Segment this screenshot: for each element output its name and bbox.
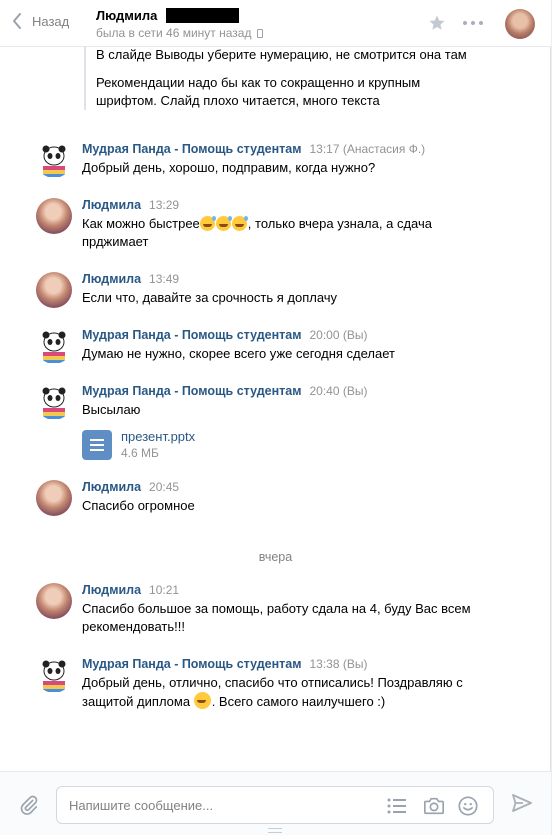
user-avatar[interactable] xyxy=(36,583,72,619)
message-author[interactable]: Мудрая Панда - Помощь студентам xyxy=(82,384,301,398)
message-text: Спасибо огромное xyxy=(82,498,195,513)
quoted-line: В слайде Выводы уберите нумерацию, не см… xyxy=(96,47,467,62)
message-author[interactable]: Людмила xyxy=(82,583,141,597)
smiling-emoji xyxy=(193,692,211,709)
document-name[interactable]: презент.pptx xyxy=(121,429,195,444)
message-time[interactable]: 13:38 (Вы) xyxy=(309,657,367,671)
peer-name[interactable]: Людмила xyxy=(96,8,157,23)
message-author[interactable]: Мудрая Панда - Помощь студентам xyxy=(82,142,301,156)
message-author[interactable]: Людмила xyxy=(82,272,141,286)
message-text: Думаю не нужно, скорее всего уже сегодня… xyxy=(82,346,395,361)
chat-header: Назад Людмила была в сети 46 минут назад xyxy=(0,0,551,47)
user-avatar[interactable] xyxy=(36,480,72,516)
message-input-box[interactable] xyxy=(56,786,494,824)
quoted-text: В слайде Выводы уберите нумерацию, не см… xyxy=(84,46,484,110)
more-options-icon[interactable] xyxy=(463,21,483,25)
user-avatar[interactable] xyxy=(36,198,72,234)
peer-avatar[interactable] xyxy=(505,9,535,39)
camera-icon[interactable] xyxy=(423,796,445,819)
document-size: 4.6 МБ xyxy=(121,446,159,460)
message-time[interactable]: 20:00 (Вы) xyxy=(309,328,367,342)
star-icon[interactable] xyxy=(428,14,446,35)
message-author[interactable]: Людмила xyxy=(82,480,141,494)
message-time[interactable]: 13:29 xyxy=(149,198,179,212)
message-text: Высылаю xyxy=(82,402,141,417)
chat-window: Назад Людмила была в сети 46 минут назад… xyxy=(0,0,551,835)
grinning-sweat-emoji xyxy=(231,216,248,231)
peer-info[interactable]: Людмила была в сети 46 минут назад xyxy=(96,8,264,40)
message-text: Спасибо большое за помощь, работу сдала … xyxy=(82,601,471,634)
panda-avatar[interactable] xyxy=(36,142,72,178)
panda-avatar[interactable] xyxy=(36,657,72,693)
back-button[interactable]: Назад xyxy=(12,13,69,29)
resize-handle[interactable] xyxy=(268,828,282,833)
message-time[interactable]: 20:45 xyxy=(149,480,179,494)
message-text: Добрый день, отлично, спасибо что отписа… xyxy=(82,675,463,709)
emoji-picker-icon[interactable] xyxy=(457,795,479,820)
document-attachment[interactable]: презент.pptx 4.6 МБ xyxy=(82,429,502,460)
redacted-surname xyxy=(166,8,240,23)
date-separator: вчера xyxy=(258,550,293,564)
message-text: Как можно быстрее, только вчера узнала, … xyxy=(82,216,432,249)
message-time[interactable]: 10:21 xyxy=(149,583,179,597)
back-label: Назад xyxy=(32,13,70,29)
message-time[interactable]: 13:49 xyxy=(149,272,179,286)
grinning-sweat-emoji xyxy=(199,216,216,231)
message-text: Добрый день, хорошо, подправим, когда ну… xyxy=(82,160,376,175)
paperclip-icon[interactable] xyxy=(18,794,40,819)
panda-avatar[interactable] xyxy=(36,384,72,420)
user-avatar[interactable] xyxy=(36,272,72,308)
document-icon xyxy=(82,429,112,460)
message-author[interactable]: Мудрая Панда - Помощь студентам xyxy=(82,657,301,671)
mobile-icon xyxy=(257,28,264,38)
grinning-sweat-emoji xyxy=(215,216,232,231)
chevron-left-icon xyxy=(13,13,21,29)
send-icon[interactable] xyxy=(512,794,532,815)
panda-avatar[interactable] xyxy=(36,328,72,364)
template-list-icon[interactable] xyxy=(387,798,407,817)
message-composer xyxy=(0,771,551,835)
message-time[interactable]: 13:17 (Анастасия Ф.) xyxy=(309,142,425,156)
message-author[interactable]: Мудрая Панда - Помощь студентам xyxy=(82,328,301,342)
message-text: Если что, давайте за срочность я доплачу xyxy=(82,290,338,305)
message-author[interactable]: Людмила xyxy=(82,198,141,212)
message-time[interactable]: 20:40 (Вы) xyxy=(309,384,367,398)
peer-status: была в сети 46 минут назад xyxy=(96,26,252,40)
message-input[interactable] xyxy=(69,787,369,823)
quoted-line: Рекомендации надо бы как то сокращенно и… xyxy=(96,75,421,108)
